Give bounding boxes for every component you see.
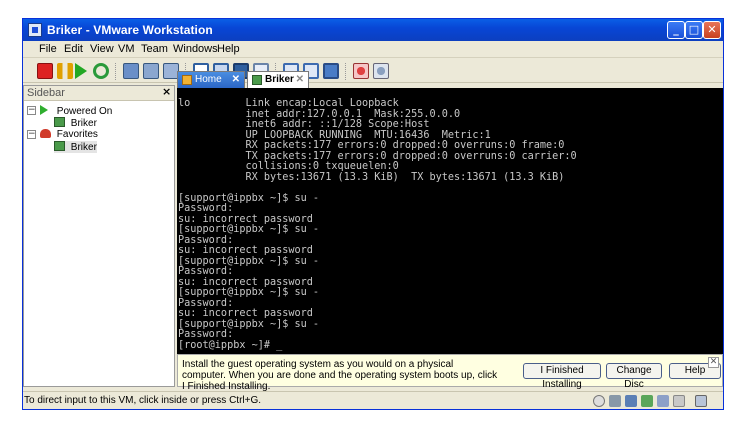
tab-home[interactable]: Home ✕ <box>177 71 245 88</box>
window-title: Briker - VMware Workstation <box>47 23 213 37</box>
finished-installing-button[interactable]: I Finished Installing <box>523 363 601 390</box>
expand-collapse-icon[interactable]: − <box>27 130 36 139</box>
install-hint-bar: Install the guest operating system as yo… <box>177 354 723 392</box>
tree-item-powered-on-vm[interactable]: Briker <box>54 117 97 129</box>
tree-label-vm: Briker <box>70 118 97 129</box>
suspend-icon[interactable] <box>57 63 73 79</box>
status-text: To direct input to this VM, click inside… <box>24 395 262 406</box>
heart-icon <box>40 129 51 138</box>
status-bar: To direct input to this VM, click inside… <box>23 391 723 409</box>
sidebar: Sidebar × − Powered On Briker − Favorite… <box>23 85 175 387</box>
vm-icon <box>252 75 262 85</box>
network-icon[interactable] <box>641 395 653 407</box>
close-button[interactable]: ✕ <box>703 21 721 39</box>
tree-label-vm: Briker <box>70 142 97 153</box>
tree-item-favorites[interactable]: Favorites <box>40 129 98 141</box>
cd-rom-icon[interactable] <box>593 395 605 407</box>
vmware-app-icon <box>28 23 42 37</box>
tree-label-powered-on: Powered On <box>56 106 113 117</box>
revert-snapshot-icon[interactable] <box>143 63 159 79</box>
menu-bar: File Edit View VM Team Windows Help <box>23 41 723 58</box>
tab-close-icon[interactable]: ✕ <box>296 72 304 87</box>
menu-help[interactable]: Help <box>217 43 240 55</box>
message-icon[interactable] <box>695 395 707 407</box>
power-on-icon[interactable] <box>75 63 87 79</box>
toolbar-separator <box>115 63 117 80</box>
title-bar[interactable]: Briker - VMware Workstation _ □ ✕ <box>23 19 723 41</box>
floppy-icon[interactable] <box>625 395 637 407</box>
menu-file[interactable]: File <box>39 43 57 55</box>
minimize-button[interactable]: _ <box>667 21 685 39</box>
tab-home-label: Home <box>195 74 222 85</box>
vm-console[interactable]: lo Link encap:Local Loopback inet addr:1… <box>177 88 723 354</box>
snapshot-icon[interactable] <box>123 63 139 79</box>
change-disc-button[interactable]: Change Disc <box>606 363 662 390</box>
menu-edit[interactable]: Edit <box>64 43 83 55</box>
tree-label-favorites: Favorites <box>56 129 98 140</box>
menu-team[interactable]: Team <box>141 43 168 55</box>
tree-item-powered-on[interactable]: Powered On <box>40 105 112 117</box>
menu-view[interactable]: View <box>90 43 114 55</box>
reset-icon[interactable] <box>93 63 109 79</box>
console-output: lo Link encap:Local Loopback inet addr:1… <box>178 98 577 351</box>
tab-strip: Home ✕ Briker ✕ <box>177 71 723 88</box>
play-icon <box>40 105 48 115</box>
vmware-window: Briker - VMware Workstation _ □ ✕ File E… <box>22 18 724 410</box>
sidebar-label: Sidebar <box>27 87 65 99</box>
sidebar-close-icon[interactable]: × <box>162 85 171 98</box>
tree-item-favorites-vm[interactable]: Briker <box>54 141 97 153</box>
tab-briker[interactable]: Briker ✕ <box>247 71 309 88</box>
maximize-button[interactable]: □ <box>685 21 703 39</box>
home-icon <box>182 75 192 85</box>
hint-close-icon[interactable]: ✕ <box>708 357 719 368</box>
power-off-icon[interactable] <box>37 63 53 79</box>
hard-disk-icon[interactable] <box>609 395 621 407</box>
tab-briker-label: Briker <box>265 74 294 85</box>
sidebar-header: Sidebar × <box>24 85 174 101</box>
menu-vm[interactable]: VM <box>118 43 135 55</box>
install-hint-text: Install the guest operating system as yo… <box>182 359 498 392</box>
usb-icon[interactable] <box>673 395 685 407</box>
tab-close-icon[interactable]: ✕ <box>232 72 240 87</box>
menu-windows[interactable]: Windows <box>173 43 218 55</box>
sound-icon[interactable] <box>657 395 669 407</box>
vm-icon <box>54 117 65 127</box>
expand-collapse-icon[interactable]: − <box>27 106 36 115</box>
vm-icon <box>54 141 65 151</box>
